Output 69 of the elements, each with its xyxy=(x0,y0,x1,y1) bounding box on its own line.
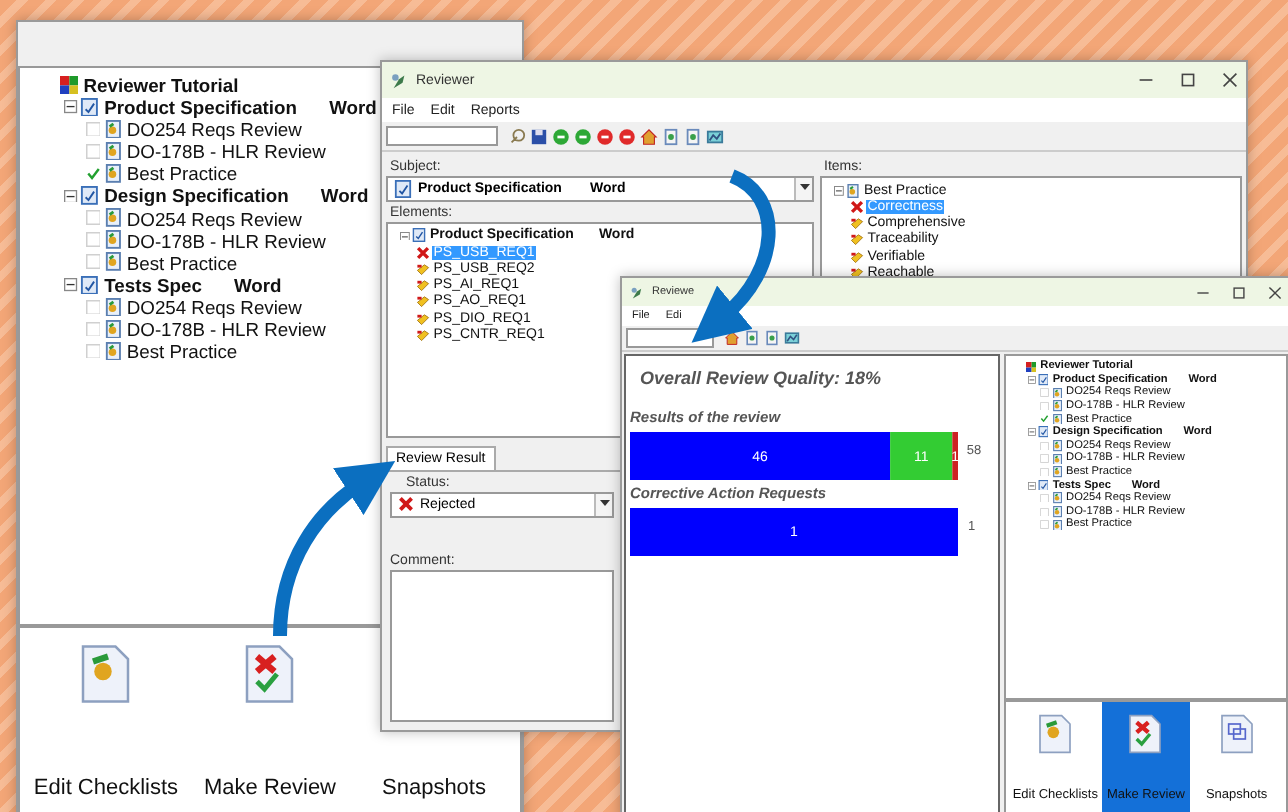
review-icon xyxy=(1128,714,1163,754)
tree-item[interactable]: Best Practice xyxy=(124,339,240,362)
maximize-icon[interactable] xyxy=(1180,72,1197,88)
toolbar-button[interactable]: Make Review xyxy=(197,772,343,812)
tree-item[interactable]: Best Practice xyxy=(124,162,240,185)
format-label: Word xyxy=(232,273,284,296)
checklist-icon xyxy=(103,319,122,339)
close-icon[interactable] xyxy=(1222,72,1238,88)
checklists-icon xyxy=(80,644,132,704)
grid-icon xyxy=(59,75,79,95)
report-heading: Overall Review Quality: 18% xyxy=(640,368,884,388)
tree-item[interactable]: DO254 Reqs Review xyxy=(124,207,304,229)
tree-item[interactable]: DO-178B - HLR Review xyxy=(124,229,328,252)
toolbar-button[interactable]: Snapshots xyxy=(376,772,492,812)
snapshots-icon xyxy=(1219,714,1254,754)
tree-item[interactable]: Design Specification xyxy=(102,184,291,207)
comment-field[interactable] xyxy=(390,570,614,722)
document-icon xyxy=(411,228,426,243)
document-icon xyxy=(80,186,100,206)
save-icon[interactable] xyxy=(530,127,548,145)
checklist-icon xyxy=(103,341,122,361)
checklist-icon xyxy=(103,297,122,317)
home-icon[interactable] xyxy=(724,330,740,346)
page-icon[interactable] xyxy=(662,127,680,145)
search-icon[interactable] xyxy=(508,127,526,145)
document-icon xyxy=(80,97,100,117)
checklist-icon xyxy=(103,142,122,161)
review-icon xyxy=(244,644,296,704)
tree-item[interactable]: DO254 Reqs Review xyxy=(124,118,304,141)
page-icon[interactable] xyxy=(684,127,702,145)
format-label: Word xyxy=(327,96,379,119)
tree-item[interactable]: DO-178B - HLR Review xyxy=(124,140,328,163)
app-icon xyxy=(390,71,408,89)
page-icon[interactable] xyxy=(764,330,780,346)
document-icon xyxy=(1037,479,1049,491)
checklists-icon xyxy=(1038,714,1073,754)
go-icon[interactable] xyxy=(552,127,570,145)
tree-item[interactable]: Tests Spec xyxy=(102,273,204,296)
page-icon[interactable] xyxy=(744,330,760,346)
maximize-icon[interactable] xyxy=(1231,285,1246,299)
format-label: Word xyxy=(318,184,371,207)
grid-icon xyxy=(1025,361,1037,373)
home-icon[interactable] xyxy=(640,127,658,145)
stop-icon[interactable] xyxy=(618,127,636,145)
checklist-icon xyxy=(103,252,122,272)
tree-item[interactable]: DO254 Reqs Review xyxy=(124,295,304,318)
document-icon xyxy=(1037,374,1049,386)
stop-icon[interactable] xyxy=(596,127,614,145)
checklist-icon xyxy=(103,120,122,139)
go-icon[interactable] xyxy=(574,127,592,145)
tree-item[interactable]: DO-178B - HLR Review xyxy=(124,317,328,340)
toolbar-button[interactable]: Edit Checklists xyxy=(27,772,185,812)
dropdown-icon xyxy=(799,184,809,193)
chart-icon[interactable] xyxy=(784,330,800,346)
dropdown-icon xyxy=(599,500,609,509)
checklist-icon xyxy=(103,164,122,184)
document-icon xyxy=(394,179,412,198)
document-icon xyxy=(80,275,100,294)
search-field[interactable] xyxy=(386,126,498,146)
tree-item[interactable]: Best Practice xyxy=(124,251,240,274)
close-icon[interactable] xyxy=(1268,285,1282,299)
checklist-icon xyxy=(103,230,122,250)
chart-icon[interactable] xyxy=(706,127,724,145)
checklist-icon xyxy=(845,183,860,198)
checklist-icon xyxy=(103,208,122,228)
tree-item[interactable]: Product Specification xyxy=(102,96,299,119)
tree-item[interactable]: Reviewer Tutorial xyxy=(81,74,241,97)
document-icon xyxy=(1037,426,1049,439)
app-icon xyxy=(630,285,644,299)
